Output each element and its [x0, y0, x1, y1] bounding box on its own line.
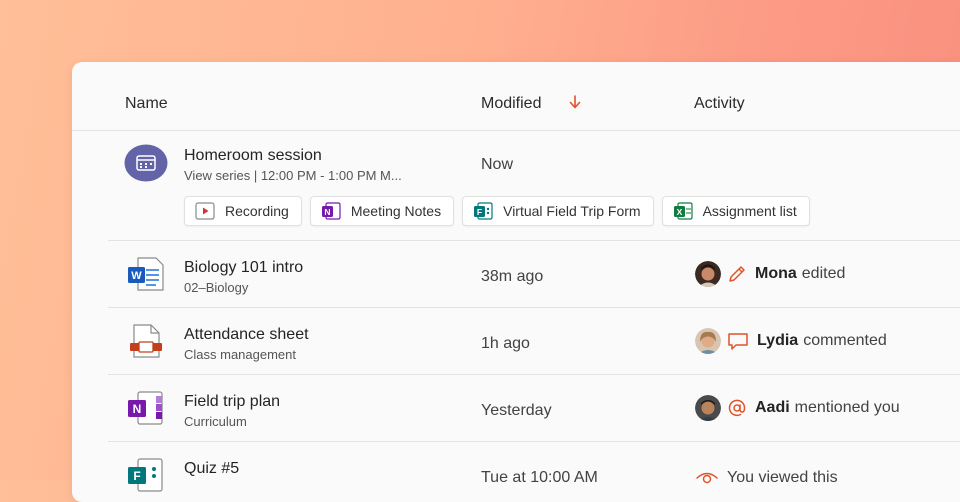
activity-action: commented [803, 332, 887, 349]
svg-text:N: N [133, 402, 142, 416]
attachment-chip[interactable]: F Virtual Field Trip Form [462, 196, 654, 226]
calendar-meeting-icon [124, 144, 168, 182]
attachment-chip[interactable]: N Meeting Notes [309, 196, 455, 226]
column-header-modified[interactable]: Modified [481, 95, 541, 113]
file-subtitle: 02–Biology [184, 280, 249, 295]
file-modified: 1h ago [481, 335, 530, 352]
comment-icon [727, 331, 749, 351]
onenote-icon: N [321, 202, 341, 220]
attachment-label: Assignment list [702, 203, 797, 219]
meeting-subtitle: View series | 12:00 PM - 1:00 PM M... [184, 168, 402, 183]
attachment-label: Meeting Notes [350, 203, 442, 219]
eye-icon [695, 468, 719, 488]
activity-user[interactable]: Lydia [757, 332, 798, 350]
svg-text:W: W [131, 270, 142, 282]
sort-descending-arrow-icon[interactable] [568, 94, 582, 110]
svg-text:N: N [324, 207, 330, 217]
file-subtitle: Curriculum [184, 414, 247, 429]
activity-action: mentioned you [794, 399, 900, 416]
meeting-title[interactable]: Homeroom session [184, 147, 322, 165]
activity-user[interactable]: Aadi [755, 399, 790, 417]
file-modified: Tue at 10:00 AM [481, 469, 598, 486]
at-mention-icon [727, 398, 747, 418]
excel-icon: X [673, 202, 693, 220]
word-doc-icon: W [128, 257, 164, 291]
file-modified: Yesterday [481, 402, 552, 419]
attachment-label: Virtual Field Trip Form [503, 203, 641, 219]
meeting-row[interactable]: Homeroom session View series | 12:00 PM … [108, 130, 960, 241]
file-activity: Mona edited [695, 261, 846, 287]
attachment-chip[interactable]: Recording [184, 196, 302, 226]
avatar[interactable] [695, 328, 721, 354]
file-row[interactable]: Attendance sheet Class management 1h ago… [108, 307, 960, 375]
file-title[interactable]: Attendance sheet [184, 326, 309, 344]
activity-action: You viewed this [727, 469, 838, 486]
activity-user[interactable]: Mona [755, 265, 797, 283]
pencil-icon [727, 264, 747, 284]
file-activity: Aadi mentioned you [695, 395, 900, 421]
column-header-name[interactable]: Name [125, 95, 168, 113]
file-row[interactable]: N Field trip plan Curriculum Yesterday A… [108, 374, 960, 442]
video-recording-icon [195, 202, 215, 220]
avatar[interactable] [695, 261, 721, 287]
meeting-attachments: Recording N Meeting Notes F Virtual Fiel… [184, 196, 818, 226]
avatar[interactable] [695, 395, 721, 421]
file-title[interactable]: Field trip plan [184, 393, 280, 411]
attachment-chip[interactable]: X Assignment list [661, 196, 810, 226]
meeting-modified: Now [481, 156, 514, 173]
powerpoint-file-icon [130, 324, 162, 358]
file-subtitle: Class management [184, 347, 296, 362]
file-modified: 38m ago [481, 268, 544, 285]
file-activity: You viewed this [695, 466, 838, 490]
column-header-row: Name Modified Activity [72, 62, 960, 131]
svg-text:F: F [133, 469, 140, 483]
file-title[interactable]: Quiz #5 [184, 460, 239, 478]
column-header-activity[interactable]: Activity [694, 95, 745, 113]
attachment-label: Recording [225, 203, 289, 219]
forms-file-icon: F [128, 458, 163, 492]
files-card: Name Modified Activity Homeroom session … [72, 62, 960, 502]
file-activity: Lydia commented [695, 328, 887, 354]
svg-text:F: F [477, 207, 482, 217]
forms-icon: F [473, 202, 493, 220]
activity-action: edited [801, 265, 846, 282]
file-row[interactable]: W Biology 101 intro 02–Biology 38m ago M… [108, 240, 960, 308]
file-row[interactable]: F Quiz #5 Tue at 10:00 AM You viewed thi… [108, 441, 960, 502]
file-title[interactable]: Biology 101 intro [184, 259, 303, 277]
onenote-file-icon: N [128, 391, 163, 425]
svg-text:X: X [676, 207, 682, 217]
